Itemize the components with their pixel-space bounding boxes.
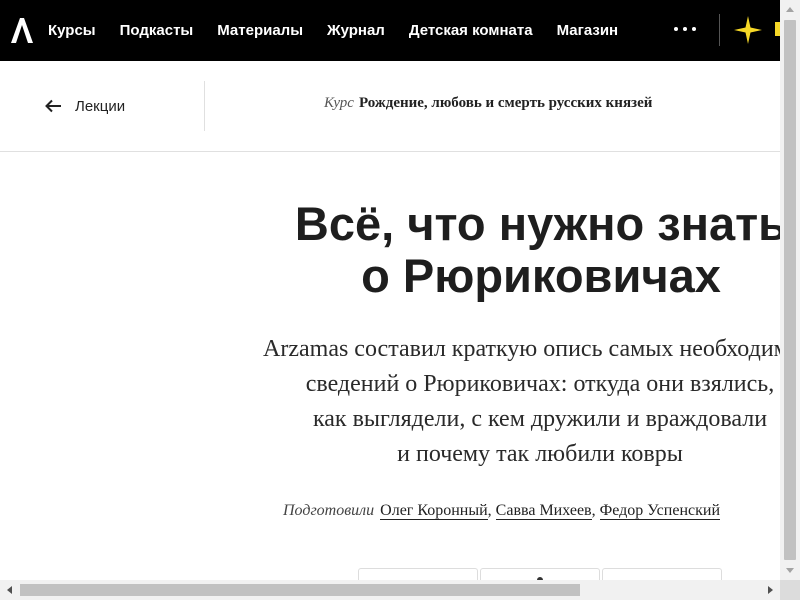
course-link[interactable]: Курс Рождение, любовь и смерть русских кн… [324, 95, 652, 112]
more-dots-icon[interactable] [674, 18, 696, 40]
title-line-1: Всё, что нужно знать [294, 197, 780, 250]
author-link[interactable]: Федор Успенский [599, 502, 720, 520]
scroll-up-icon[interactable] [780, 0, 800, 20]
share-button[interactable] [602, 568, 722, 580]
scroll-down-icon[interactable] [780, 560, 800, 580]
nav-item-courses[interactable]: Курсы [48, 22, 96, 39]
lead-line: как выглядели, с кем дружили и враждовал… [312, 406, 768, 432]
arzamas-logo-icon[interactable] [9, 16, 35, 44]
nav-item-shop[interactable]: Магазин [557, 22, 619, 39]
nav-item-journal[interactable]: Журнал [327, 22, 385, 39]
article-main: Всё, что нужно знать о Рюриковичах Arzam… [0, 152, 780, 580]
back-label: Лекции [75, 97, 126, 115]
main-nav: Курсы Подкасты Материалы Журнал Детская … [48, 0, 642, 61]
vertical-scrollbar[interactable] [780, 0, 800, 580]
author-separator: , [487, 502, 492, 519]
scroll-left-icon[interactable] [0, 580, 20, 600]
nav-item-kids-room[interactable]: Детская комната [409, 22, 533, 39]
author-separator: , [591, 502, 596, 519]
author-link[interactable]: Олег Коронный [380, 502, 488, 520]
top-navigation-bar: Курсы Подкасты Материалы Журнал Детская … [0, 0, 780, 61]
header-divider [204, 81, 205, 131]
back-to-lectures-link[interactable]: Лекции [44, 95, 125, 117]
authors-line: Подготовили Олег Коронный, Савва Михеев,… [283, 502, 720, 520]
page-title: Всё, что нужно знать о Рюриковичах [216, 198, 780, 302]
nav-item-podcasts[interactable]: Подкасты [120, 22, 194, 39]
share-button[interactable] [358, 568, 478, 580]
scroll-right-icon[interactable] [760, 580, 780, 600]
course-name: Рождение, любовь и смерть русских князей [358, 95, 653, 111]
scrollbar-corner [780, 580, 800, 600]
course-header: Лекции Курс Рождение, любовь и смерть рус… [0, 61, 780, 152]
horizontal-scrollbar[interactable] [0, 580, 780, 600]
nav-item-materials[interactable]: Материалы [217, 22, 303, 39]
horizontal-scroll-thumb[interactable] [20, 584, 580, 596]
lead-line: и почему так любили ковры [397, 441, 683, 467]
sparkle-icon[interactable] [733, 15, 763, 45]
lead-line: сведений о Рюриковичах: откуда они взяли… [305, 371, 775, 397]
arrow-left-icon [45, 99, 61, 113]
lead-line: Arzamas составил краткую опись самых нео… [263, 336, 780, 362]
nav-divider [719, 14, 720, 46]
vertical-scroll-thumb[interactable] [784, 20, 796, 560]
article-lead: Arzamas составил краткую опись самых нео… [205, 332, 780, 472]
authors-label: Подготовили [283, 502, 375, 519]
author-link[interactable]: Савва Михеев [495, 502, 592, 520]
course-kind-label: Курс [324, 95, 354, 111]
share-button[interactable] [480, 568, 600, 580]
title-line-2: о Рюриковичах [361, 249, 721, 302]
